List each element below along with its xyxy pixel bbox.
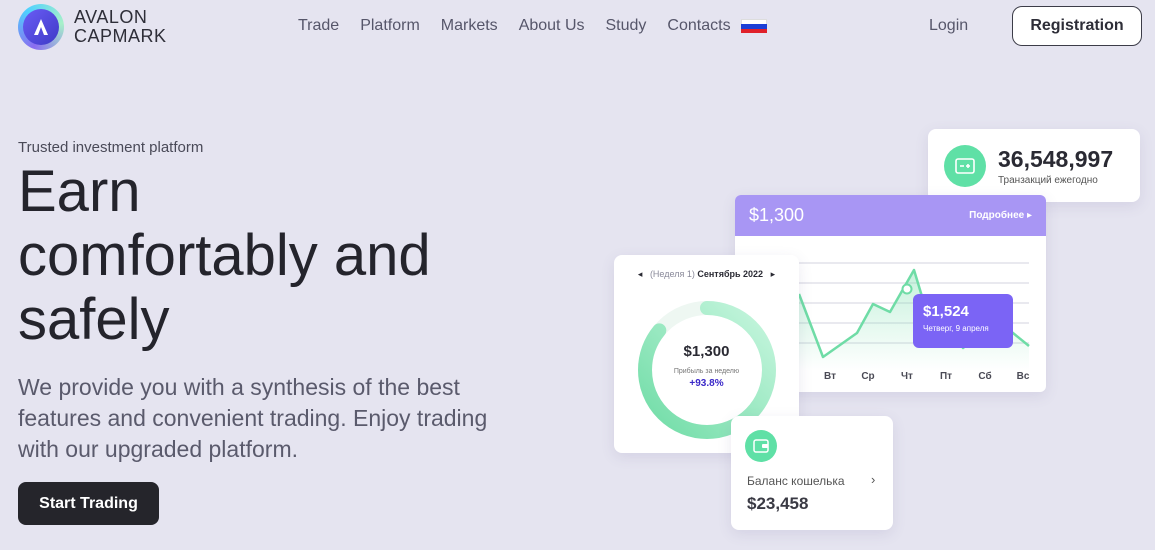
logo-line-1: AVALON xyxy=(74,7,148,27)
day-label: Пт xyxy=(939,371,953,382)
chart-tooltip: $1,524 Четверг, 9 апреля xyxy=(913,294,1013,348)
registration-button[interactable]: Registration xyxy=(1012,6,1142,46)
transactions-label: Транзакций ежегодно xyxy=(998,174,1098,186)
russian-flag-icon[interactable] xyxy=(740,19,767,33)
weekly-profit-change: +93.8% xyxy=(689,378,724,389)
main-nav: Trade Platform Markets About Us Study Co… xyxy=(298,17,767,35)
day-label: Чт xyxy=(901,371,913,382)
transactions-icon xyxy=(944,144,986,187)
logo-mark-icon xyxy=(18,4,64,50)
hero-eyebrow: Trusted investment platform xyxy=(18,139,204,156)
wallet-chevron-icon[interactable]: › xyxy=(871,472,875,487)
chart-amount: $1,300 xyxy=(749,205,805,225)
wallet-icon xyxy=(745,430,777,462)
weekly-profit-amount: $1,300 xyxy=(683,343,730,360)
login-link[interactable]: Login xyxy=(929,17,968,35)
transactions-value: 36,548,997 xyxy=(998,145,1114,172)
tooltip-value: $1,524 xyxy=(923,303,969,320)
nav-item-contacts[interactable]: Contacts xyxy=(667,17,730,35)
week-month: Сентябрь 2022 xyxy=(697,269,764,279)
weekly-profit-label: Прибыль за неделю xyxy=(673,368,740,375)
chart-header: $1,300 Подробнее ▸ xyxy=(735,195,1046,236)
prev-week-icon[interactable]: ◂ xyxy=(638,269,643,279)
day-label: Вс xyxy=(1016,371,1030,382)
nav-item-trade[interactable]: Trade xyxy=(298,17,339,35)
day-label: Вт xyxy=(824,371,836,382)
chart-more-link[interactable]: Подробнее ▸ xyxy=(969,210,1032,221)
transactions-card: 36,548,997 Транзакций ежегодно xyxy=(928,129,1140,202)
logo-line-2: CAPMARK xyxy=(74,26,167,46)
logo-text: AVALON CAPMARK xyxy=(74,8,167,46)
wallet-label: Баланс кошелька xyxy=(747,474,845,488)
tooltip-date: Четверг, 9 апреля xyxy=(923,324,989,333)
next-week-icon[interactable]: ▸ xyxy=(771,269,776,279)
logo[interactable]: AVALON CAPMARK xyxy=(18,4,167,50)
day-label: Ср xyxy=(861,371,875,382)
nav-item-platform[interactable]: Platform xyxy=(360,17,420,35)
nav-item-about-us[interactable]: About Us xyxy=(519,17,585,35)
hero-subtitle: We provide you with a synthesis of the b… xyxy=(18,374,488,462)
nav-item-markets[interactable]: Markets xyxy=(441,17,498,35)
week-selector: ◂ (Неделя 1) Сентябрь 2022 ▸ xyxy=(614,269,799,280)
week-number: (Неделя 1) xyxy=(649,269,695,279)
wallet-balance: $23,458 xyxy=(747,494,809,513)
start-trading-button[interactable]: Start Trading xyxy=(18,482,159,525)
hero-title: Earn comfortably and safely xyxy=(18,159,431,352)
nav-item-study[interactable]: Study xyxy=(606,17,647,35)
day-label: Сб xyxy=(978,371,992,382)
wallet-card[interactable]: Баланс кошелька › $23,458 xyxy=(731,416,893,530)
